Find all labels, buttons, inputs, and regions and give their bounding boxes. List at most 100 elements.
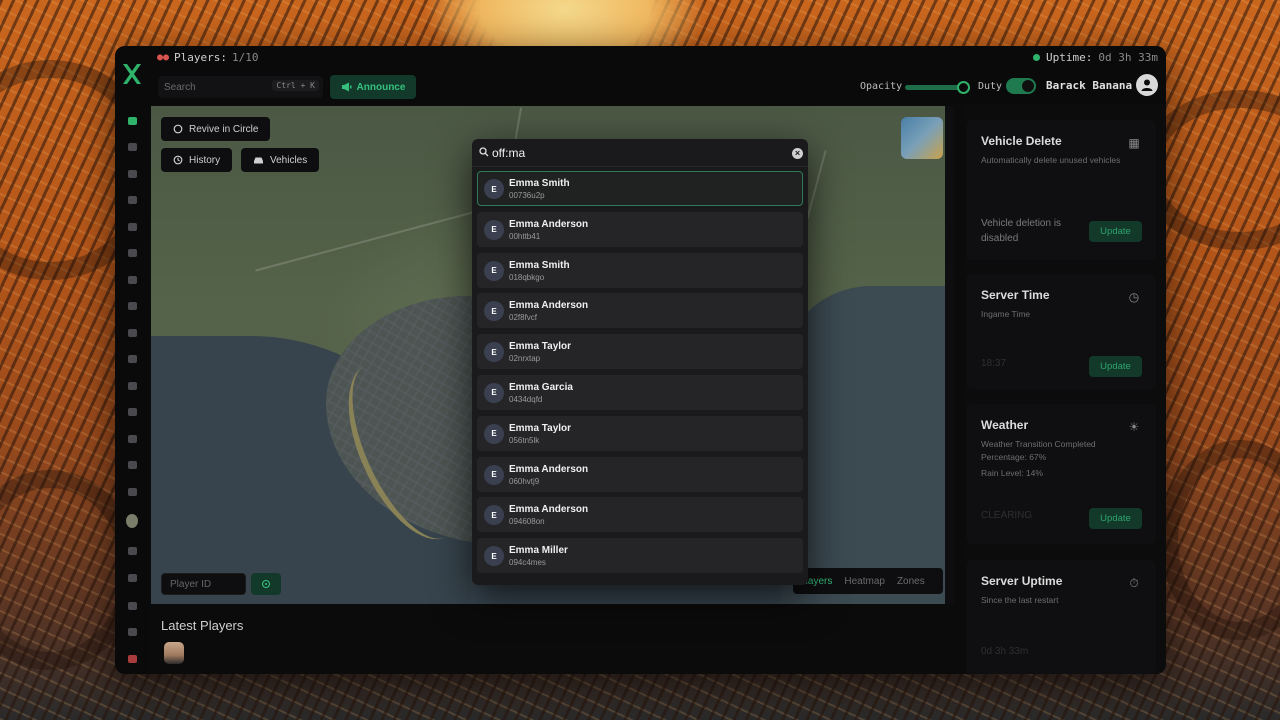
player-id: 060hvtj9 — [509, 476, 540, 486]
player-search-input[interactable] — [492, 144, 772, 162]
player-id: 02f8fvcf — [509, 313, 538, 323]
player-id: 094c4mes — [509, 558, 546, 568]
global-search[interactable]: Ctrl + K — [158, 76, 323, 98]
card-description: Since the last restart — [981, 595, 1059, 605]
shield-alert-icon[interactable] — [126, 381, 138, 391]
player-id: 00736u2p — [509, 191, 545, 200]
list-item[interactable]: E Emma Smith 018qbkgo — [477, 252, 803, 288]
layers-icon[interactable] — [126, 546, 138, 556]
home-icon[interactable] — [126, 116, 138, 126]
sidebar — [115, 104, 150, 674]
player-name: Emma Miller — [509, 545, 568, 557]
search-results-list: E Emma Smith 00736u2p E Emma Anderson 00… — [477, 171, 803, 579]
search-icon — [479, 147, 489, 157]
list-item[interactable]: E Emma Anderson 060hvtj9 — [477, 456, 803, 492]
map-style-thumbnail[interactable] — [901, 117, 943, 159]
uptime-label: Uptime: — [1046, 51, 1093, 64]
card-status: Vehicle deletion is disabled — [981, 218, 1062, 244]
player-name: Emma Taylor — [509, 341, 572, 353]
duty-toggle[interactable] — [1006, 78, 1036, 94]
card-title: Server Time — [981, 288, 1050, 302]
list-item[interactable]: E Emma Miller 094c4mes — [477, 538, 803, 574]
player-id-input[interactable] — [161, 573, 246, 595]
bug-icon[interactable] — [126, 248, 138, 258]
card-status: CLEARING — [981, 510, 1033, 521]
locate-player-button[interactable] — [251, 573, 281, 595]
player-name: Emma Anderson — [509, 504, 589, 516]
search-shortcut: Ctrl + K — [272, 80, 319, 91]
players-icon[interactable] — [126, 142, 138, 152]
player-name: Emma Smith — [509, 178, 570, 189]
background-swirl — [1160, 440, 1280, 640]
user-avatar-button[interactable] — [1136, 74, 1158, 96]
shield-icon[interactable] — [126, 354, 138, 364]
uptime-value: 0d 3h 33m — [1098, 51, 1158, 64]
logo-icon — [123, 64, 141, 84]
inventory-icon[interactable] — [126, 301, 138, 311]
settings-icon[interactable] — [126, 627, 138, 637]
map-edge — [945, 106, 954, 604]
megaphone-icon — [341, 82, 352, 92]
list-item[interactable]: E Emma Anderson 094608on — [477, 497, 803, 533]
players-count: ●● Players: 1/10 — [157, 51, 259, 64]
list-item[interactable]: E Emma Anderson 02f8fvcf — [477, 293, 803, 329]
list-item[interactable]: E Emma Smith 00736u2p — [477, 171, 803, 206]
player-id: 018qbkgo — [509, 272, 545, 282]
player-name: Emma Anderson — [509, 218, 589, 230]
user-icon — [1141, 79, 1153, 91]
opacity-slider[interactable] — [905, 81, 970, 94]
top-bar: ●● Players: 1/10 Uptime: 0d 3h 33m Ctrl … — [115, 46, 1166, 104]
card-description: Ingame Time — [981, 309, 1031, 319]
opacity-slider-handle[interactable] — [957, 81, 970, 94]
server-icon[interactable] — [126, 460, 138, 470]
announce-button[interactable]: Announce — [330, 75, 416, 99]
calendar-icon[interactable] — [126, 328, 138, 338]
player-avatar: E — [484, 260, 504, 281]
grid-icon[interactable] — [126, 195, 138, 205]
card-title: Vehicle Delete — [981, 134, 1062, 148]
help-icon[interactable] — [126, 601, 138, 611]
list-item[interactable]: E Emma Taylor 056tn5lk — [477, 415, 803, 451]
vehicles-label: Vehicles — [270, 154, 308, 166]
tab-heatmap[interactable]: Heatmap — [838, 576, 891, 587]
player-avatar: E — [484, 219, 504, 240]
player-name: Emma Anderson — [509, 463, 589, 475]
vehicle-delete-card: Vehicle Delete Automatically delete unus… — [966, 120, 1156, 260]
update-button[interactable]: Update — [1089, 508, 1142, 529]
history-button[interactable]: History — [161, 148, 233, 172]
revive-in-circle-button[interactable]: Revive in Circle — [161, 117, 271, 141]
message-icon[interactable] — [126, 222, 138, 232]
uptime-icon: ⏱ — [1129, 576, 1139, 590]
box-icon[interactable] — [126, 407, 138, 417]
weather-icon: ☀ — [1128, 420, 1140, 434]
activity-icon[interactable] — [126, 434, 138, 444]
list-item[interactable]: E Emma Taylor 02nrxtap — [477, 334, 803, 370]
clock-icon[interactable] — [126, 487, 138, 497]
player-name: Emma Smith — [509, 259, 570, 271]
sidebar-avatar[interactable] — [126, 514, 138, 528]
update-button[interactable]: Update — [1089, 221, 1142, 242]
opacity-label: Opacity — [860, 81, 903, 92]
car-icon[interactable] — [126, 275, 138, 285]
revive-in-circle-label: Revive in Circle — [189, 123, 259, 135]
moon-icon[interactable] — [126, 573, 138, 583]
search-input[interactable] — [164, 79, 274, 95]
player-avatar: E — [484, 423, 504, 444]
list-item[interactable]: E Emma Anderson 00httb41 — [477, 211, 803, 247]
card-description: Automatically delete unused vehicles — [981, 155, 1121, 165]
chat-icon[interactable] — [126, 169, 138, 179]
card-description: Weather Transition Completed Percentage:… — [981, 439, 1096, 462]
card-status: 18:37 — [981, 358, 1007, 369]
clear-search-icon[interactable]: × — [792, 148, 803, 159]
card-title: Weather — [981, 418, 1029, 432]
latest-player-avatar[interactable] — [164, 642, 184, 664]
logout-icon[interactable] — [126, 654, 138, 664]
vehicles-button[interactable]: Vehicles — [241, 148, 320, 172]
tab-zones[interactable]: Zones — [891, 576, 931, 587]
duty-label: Duty — [978, 81, 1003, 92]
update-button[interactable]: Update — [1089, 356, 1142, 377]
map-layer-tabs: Players Heatmap Zones — [793, 568, 943, 594]
card-status: 0d 3h 33m — [981, 646, 1029, 657]
player-id: 02nrxtap — [509, 354, 541, 364]
list-item[interactable]: E Emma Garcia 0434dqfd — [477, 374, 803, 410]
